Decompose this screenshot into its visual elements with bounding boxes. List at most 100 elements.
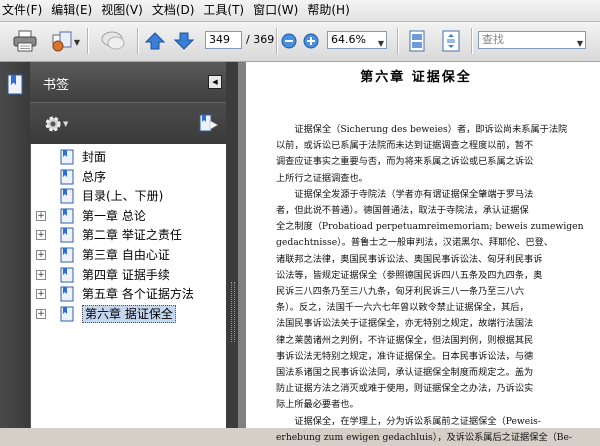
bookmark-icon [60,169,74,185]
chevron-down-icon: ▼ [73,38,80,47]
document-viewport[interactable]: 第六章 证据保全 证据保全（Sicherung des beweies）者，即诉… [238,62,600,443]
fit-page-icon [442,30,460,52]
splitter-grip [231,282,235,342]
page-number-input[interactable]: 349 [205,31,242,49]
toolbar-separator [397,28,399,54]
zoom-in-button[interactable] [302,26,320,56]
send-button[interactable]: ▼ [44,26,80,56]
text-line: 以前，或诉讼已系属于法院而未达到证据调查之程度以前，暂不 [276,140,534,152]
expand-icon[interactable]: + [36,289,46,300]
menu-item[interactable]: 文档(D) [148,0,200,21]
toolbar-separator [276,28,278,54]
menu-item[interactable]: 帮助(H) [303,0,354,21]
bookmark-label: 第一章 总论 [82,208,146,223]
bookmark-item[interactable]: + 第一章 总论 [31,207,227,225]
print-button[interactable] [10,26,40,56]
expand-icon[interactable]: + [36,230,46,241]
bookmarks-header: 书签 ◀ [30,62,226,102]
expand-bookmark-button[interactable] [198,113,219,136]
menu-item[interactable]: 工具(T) [199,0,249,21]
bookmark-icon [60,247,74,263]
paragraph: 证据保全发源于寺院法（学者亦有谓证据保全肇端于罗马法者，但此说不普通）。德国普通… [276,187,596,414]
text-line: 法国民事诉讼法关于证据保全，亦无特别之规定，故端行法国法 [276,318,534,330]
menu-item[interactable]: 窗口(W) [249,0,303,21]
bookmark-icon [60,227,74,243]
chevron-down-icon: ▼ [576,39,583,48]
text-line: 调查应证事实之重要与否，而为将来系属之诉讼或已系属之诉讼 [276,156,534,168]
bookmark-item[interactable]: + 第四章 证据手续 [31,266,227,284]
text-line: 条）。反之，法国千一六六七年曾以敕令禁止证据保全，其后， [276,302,529,314]
menu-item[interactable]: 文件(F) [0,0,47,21]
toolbar-separator [137,28,139,54]
previous-page-button[interactable] [143,26,167,56]
bookmark-label: 封面 [82,150,107,164]
navigation-panel: 书签 ◀ ▼ 封面总序目录(上、下册) + 第一章 总论 + 第二章 举证之责任 + 第三章… [0,62,238,428]
bookmark-icon [60,267,74,283]
text-line: 上所行之证据调查也。 [276,172,368,184]
text-line: 证据保全（Sicherung des beweies）者，即诉讼尚未系属于法院 [294,124,568,135]
arrow-down-icon [174,32,194,50]
single-page-view-button[interactable] [404,26,430,56]
search-input[interactable]: 查找 ▼ [478,31,586,49]
expand-icon[interactable]: + [36,210,46,221]
zoom-in-icon [303,33,319,49]
bookmark-item[interactable]: + 第二章 举证之责任 [31,226,227,244]
bookmark-item[interactable]: 封面 [31,148,227,166]
bookmark-item[interactable]: 总序 [31,168,227,186]
toolbar-separator [471,28,473,54]
zoom-out-icon [281,33,297,49]
bookmark-goto-icon [199,114,219,132]
zoom-level-select[interactable]: 64.6% ▼ [327,31,387,49]
gear-icon [45,116,61,132]
expand-icon[interactable]: + [36,250,46,260]
toolbar: ▼ 349 / 369 64.6% ▼ 查找 ▼ [0,22,600,62]
comment-button[interactable] [96,26,130,56]
text-line: gedachtnisse）。普鲁士之一般审判法，汉诺黑尔、拜耶伦、巴登、 [276,237,554,249]
menu-item[interactable]: 视图(V) [97,0,148,21]
text-line: 律之莱茵诸州之判例，不许证据保全，但法国判例，则根据其民 [276,334,534,346]
single-page-icon [409,30,425,52]
bookmark-label: 第三章 自由心证 [82,248,170,262]
bookmark-panel-icon [7,74,23,95]
fit-page-button[interactable] [438,26,464,56]
collapse-panel-button[interactable]: ◀ [208,75,222,89]
search-placeholder: 查找 [482,33,504,46]
bookmark-label: 第二章 举证之责任 [82,228,182,243]
text-line: 讼法等，皆规定证据保全（参照德国民诉四八五条及四九四条，奥 [276,269,543,281]
email-attach-icon [52,31,72,52]
text-line: 者，但此说不普通）。德国普通法，取法于寺院法，承认证据保 [276,205,529,217]
chevron-left-icon: ◀ [212,78,218,86]
chapter-heading: 第六章 证据保全 [360,70,472,85]
next-page-button[interactable] [172,26,196,56]
text-line: 民诉三八四条乃至三八九条，匈牙利民诉三八一条乃至三八六 [276,286,525,298]
bookmarks-tab[interactable] [5,74,25,99]
bookmark-item[interactable]: + 第六章 据证保全 [31,304,227,323]
expand-icon[interactable]: + [36,269,46,280]
bookmark-label: 第四章 证据手续 [82,267,170,282]
zoom-out-button[interactable] [280,26,298,56]
bookmark-label: 第五章 各个证据方法 [82,287,194,302]
page-total: / 369 [246,33,275,46]
document-page: 第六章 证据保全 证据保全（Sicherung des beweies）者，即诉… [246,62,600,443]
menu-bar: 文件(F) 编辑(E) 视图(V) 文档(D) 工具(T) 窗口(W) 帮助(H) [0,0,600,22]
bookmark-label: 第六章 据证保全 [82,304,176,323]
paragraph: 证据保全（Sicherung des beweies）者，即诉讼尚未系属于法院以… [276,122,596,187]
text-line: 国法系诸国之民事诉讼法同，承认证据保全制度而规定之。盖为 [276,367,534,379]
text-line: 防止证据方法之消灭或难于使用，则证据保全之办法，乃诉讼实 [276,383,534,395]
text-line: 证据保全发源于寺院法（学者亦有谓证据保全肇端于罗马法 [294,188,534,200]
bookmark-item[interactable]: 目录(上、下册) [31,187,227,205]
bookmark-icon [60,286,74,302]
panel-splitter[interactable] [226,62,238,428]
text-line: 事诉讼法无特别之规定，准许证据保全。日本民事诉讼法，与德 [276,350,534,362]
text-line: 诸联邦之法律，奥国民事诉讼法、奥国民事诉讼法、匈牙利民事诉 [276,253,543,265]
expand-icon[interactable]: + [36,308,46,319]
options-button[interactable]: ▼ [44,115,68,133]
text-line: erhebung zum ewigen gedachluis），及诉讼系属后之证… [276,431,573,443]
bookmarks-toolbar: ▼ [30,102,226,145]
bookmark-icon [60,208,74,224]
menu-item[interactable]: 编辑(E) [47,0,97,21]
bookmark-item[interactable]: + 第三章 自由心证 [31,246,227,264]
chevron-down-icon: ▼ [377,39,384,48]
bookmark-label: 总序 [82,169,107,184]
bookmark-item[interactable]: + 第五章 各个证据方法 [31,285,227,303]
